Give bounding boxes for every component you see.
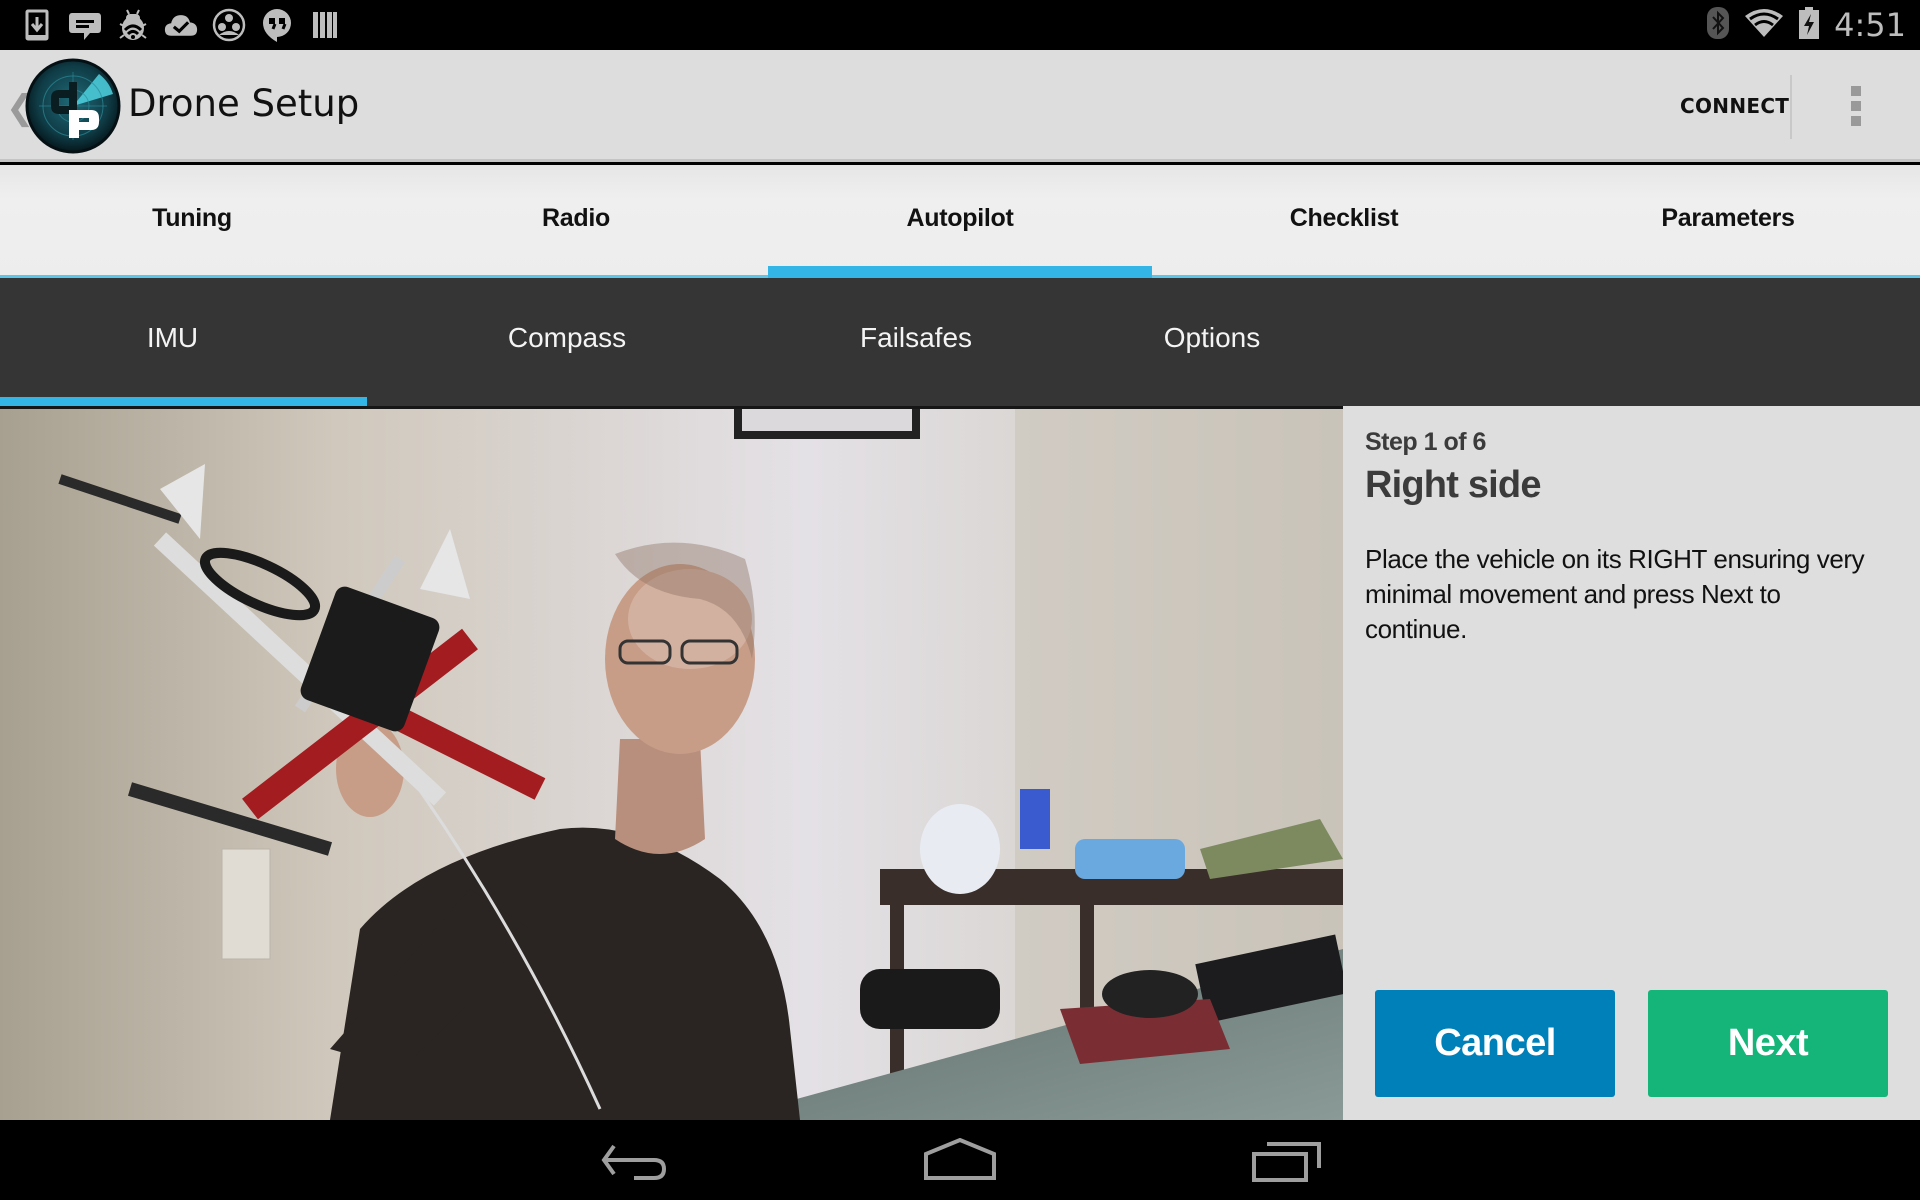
next-button[interactable]: Next [1648, 990, 1888, 1097]
tab-label: Tuning [152, 204, 232, 232]
app-title: Drone Setup [128, 82, 360, 125]
sms-icon [68, 8, 102, 42]
subtab-label: Failsafes [859, 321, 973, 353]
subtab-imu[interactable]: IMU [0, 278, 345, 397]
subtab-label: Options [1163, 321, 1261, 353]
video-frame [0, 409, 1343, 1120]
tab-autopilot[interactable]: Autopilot [768, 165, 1152, 278]
app-logo[interactable] [25, 58, 121, 154]
step-counter: Step 1 of 6 [1365, 428, 1486, 456]
cancel-button[interactable]: Cancel [1375, 990, 1615, 1097]
tab-radio[interactable]: Radio [384, 165, 768, 278]
sub-tabs: IMU Compass Failsafes Options [0, 278, 1920, 406]
download-icon [20, 8, 54, 42]
back-icon[interactable] [580, 1128, 690, 1192]
tab-label: Parameters [1661, 204, 1795, 232]
calibration-panel: Step 1 of 6 Right side Place the vehicle… [1343, 406, 1920, 1120]
main-tabs: Tuning Radio Autopilot Checklist Paramet… [0, 165, 1920, 278]
tab-label: Checklist [1289, 204, 1399, 232]
active-tab-indicator [768, 266, 1152, 278]
action-divider [1790, 75, 1792, 139]
cloud-check-icon [164, 8, 198, 42]
tab-parameters[interactable]: Parameters [1536, 165, 1920, 278]
wifi-icon [1744, 8, 1784, 43]
subtab-failsafes[interactable]: Failsafes [790, 278, 1042, 397]
subtab-options[interactable]: Options [1112, 278, 1312, 397]
subtab-label: IMU [146, 321, 199, 353]
tab-label: Radio [542, 204, 610, 232]
recents-icon[interactable] [1232, 1128, 1342, 1192]
connect-button[interactable]: CONNECT [1670, 86, 1799, 126]
navigation-bar [0, 1120, 1920, 1200]
subtab-label: Compass [507, 321, 627, 353]
step-title: Right side [1365, 464, 1541, 506]
bluetooth-icon [1706, 6, 1730, 45]
tab-checklist[interactable]: Checklist [1152, 165, 1536, 278]
clock: 4:51 [1834, 6, 1906, 44]
tab-label: Autopilot [906, 204, 1014, 232]
battery-charging-icon [1798, 6, 1820, 45]
home-icon[interactable] [905, 1128, 1015, 1192]
debug-bug-icon [116, 8, 150, 42]
status-bar: 4:51 [0, 0, 1920, 50]
system-status: 4:51 [1706, 0, 1906, 50]
circles-icon [212, 8, 246, 42]
notification-icons [20, 8, 342, 42]
action-bar: ❮ Drone Setup CONNECT [0, 50, 1920, 162]
step-description: Place the vehicle on its RIGHT ensuring … [1365, 544, 1865, 644]
hangouts-icon [260, 8, 294, 42]
tab-tuning[interactable]: Tuning [0, 165, 384, 278]
instruction-video[interactable] [0, 406, 1343, 1120]
overflow-menu-icon[interactable] [1836, 78, 1876, 134]
subtab-compass[interactable]: Compass [433, 278, 701, 397]
barcode-icon [308, 8, 342, 42]
active-subtab-indicator [0, 397, 367, 406]
